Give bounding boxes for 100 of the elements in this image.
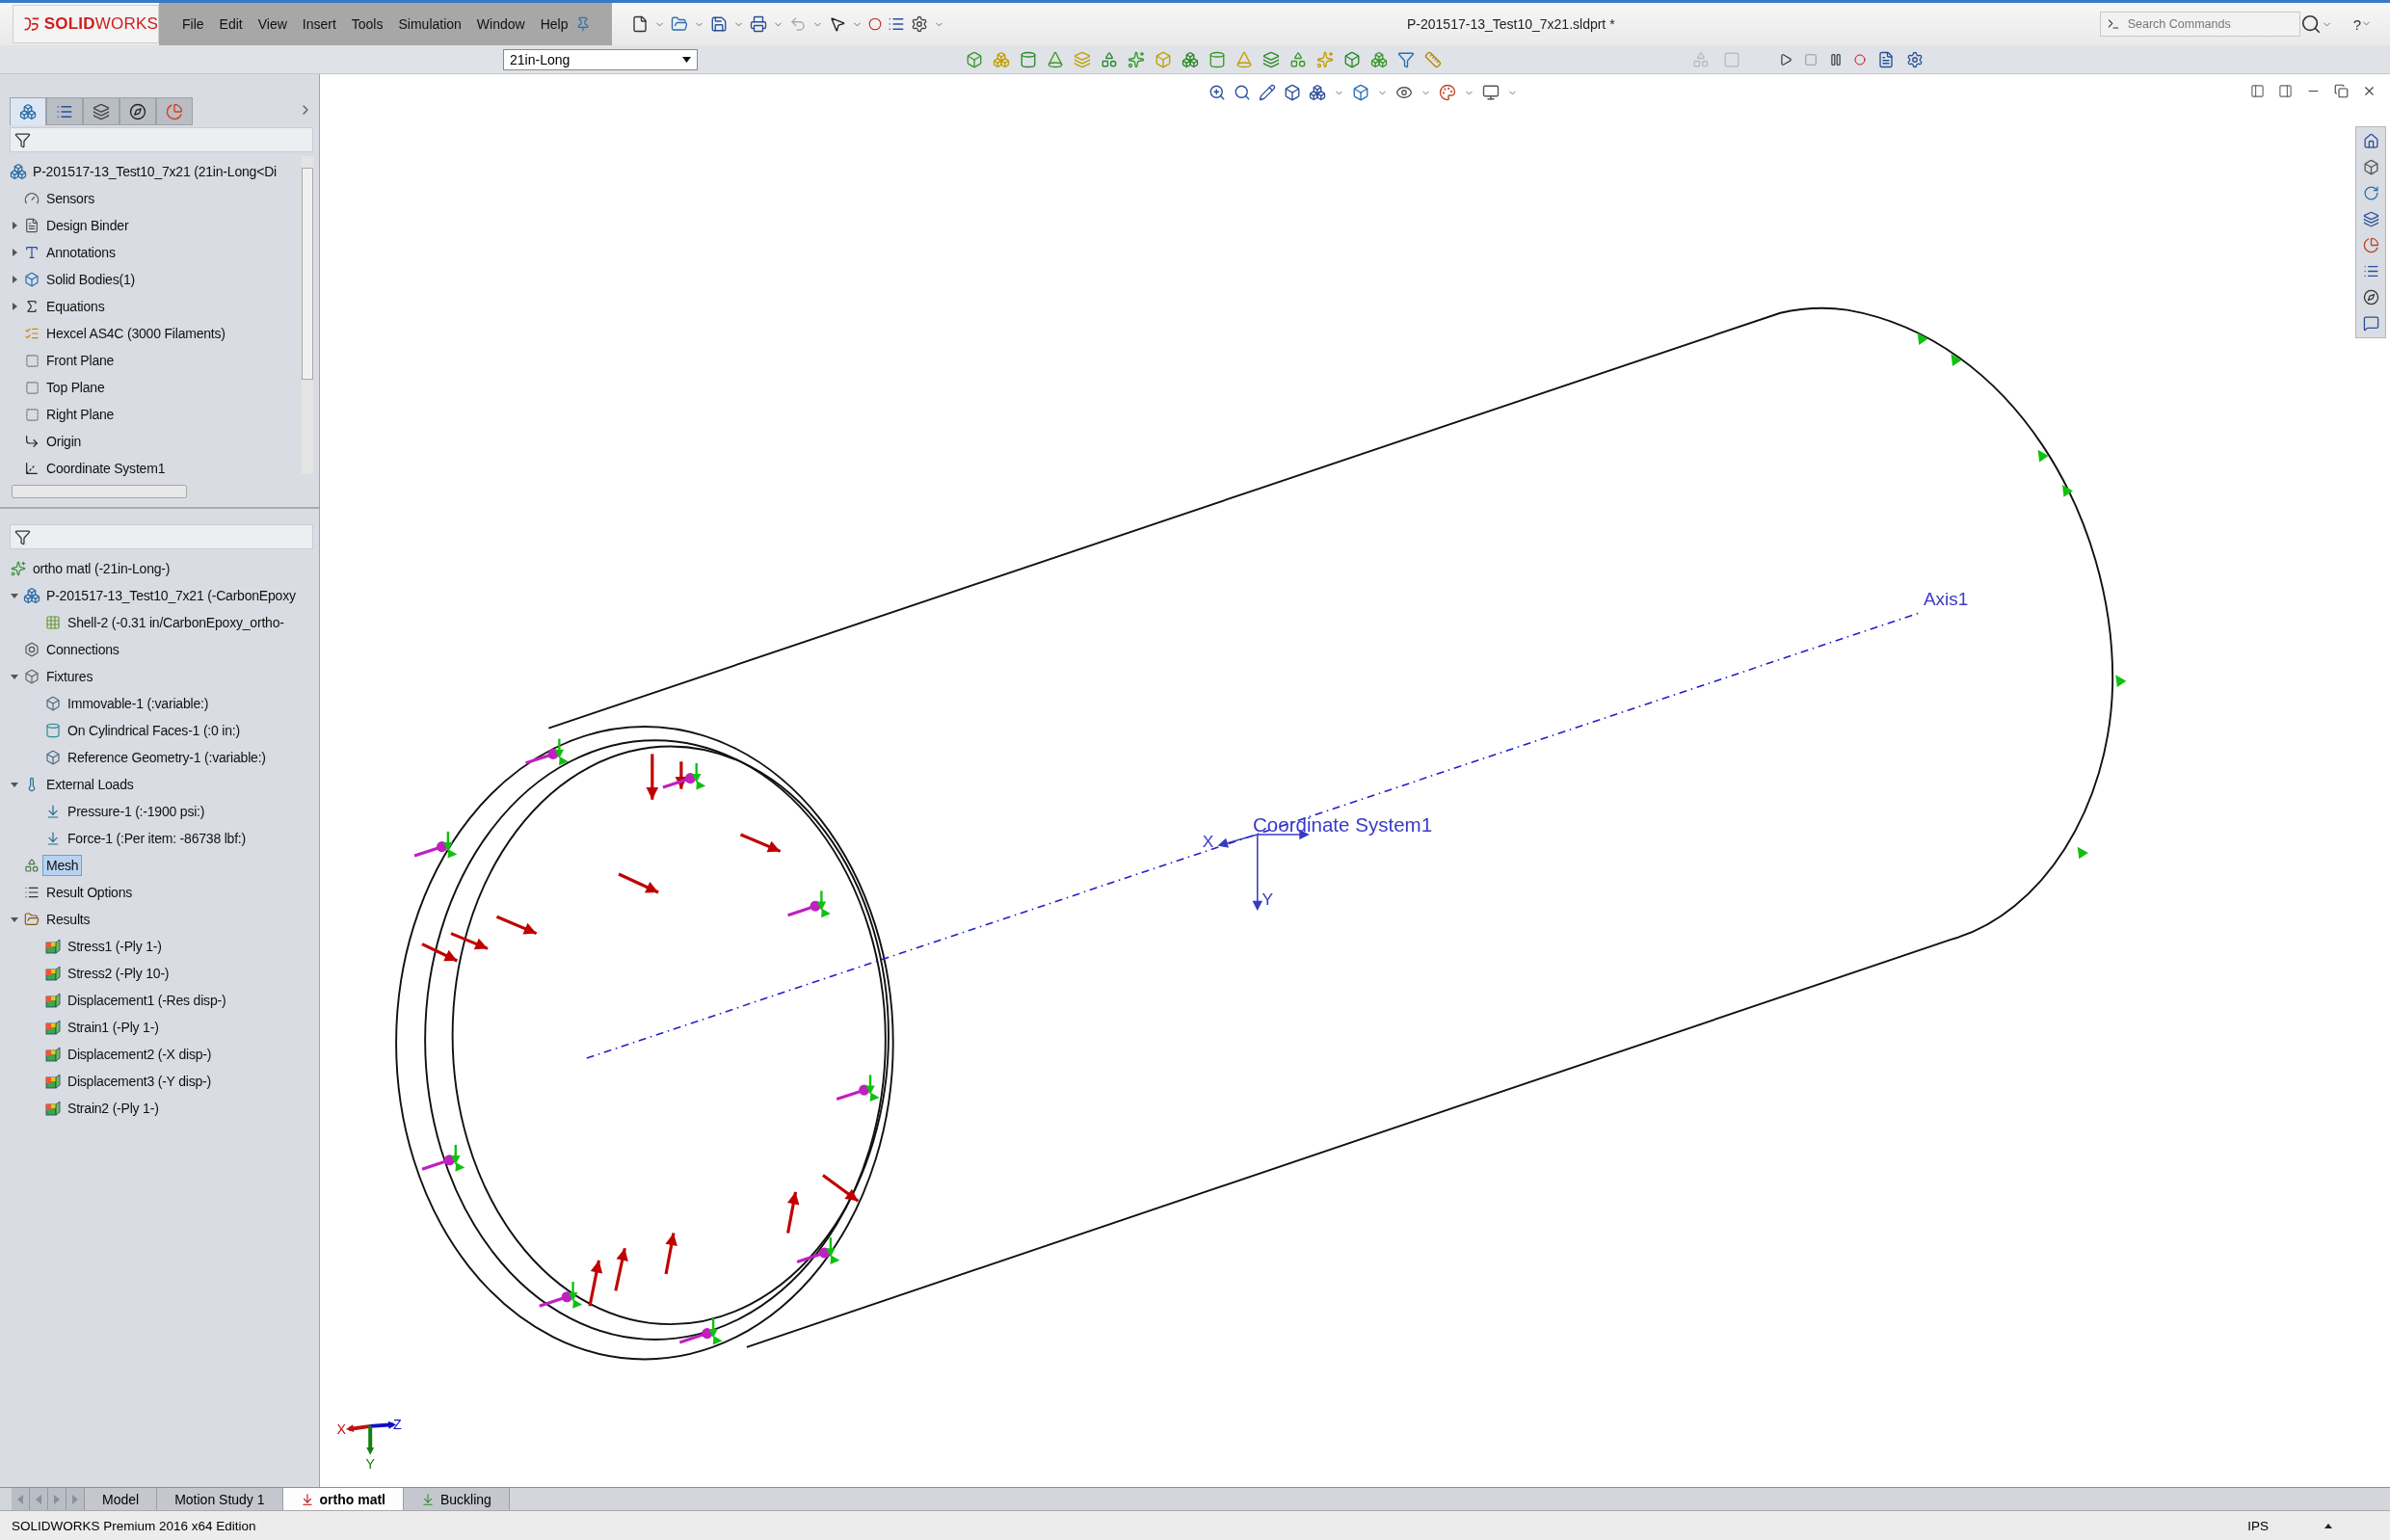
- record-icon[interactable]: [1854, 53, 1866, 66]
- chat-icon[interactable]: [2362, 315, 2379, 332]
- tree-item[interactable]: Stress2 (-Ply 10-): [64, 963, 173, 984]
- select-pointer-icon[interactable]: [829, 15, 846, 33]
- tree-item[interactable]: Solid Bodies(1): [42, 269, 139, 290]
- expand-caret-icon[interactable]: [11, 249, 18, 256]
- study-tab-icon[interactable]: [421, 1492, 435, 1506]
- search-field[interactable]: Search Commands: [2125, 16, 2284, 32]
- tree-item[interactable]: Strain2 (-Ply 1-): [64, 1098, 163, 1119]
- open-folder-icon[interactable]: [671, 15, 688, 33]
- tree-item[interactable]: Design Binder: [42, 215, 133, 236]
- tree-item[interactable]: ortho matl (-21in-Long-): [29, 558, 174, 579]
- tree-item[interactable]: Force-1 (:Per item: -86738 lbf:): [64, 828, 250, 849]
- menu-item[interactable]: Simulation: [390, 16, 469, 32]
- filter-field[interactable]: [10, 524, 313, 549]
- search-icon[interactable]: [2299, 13, 2322, 35]
- tree-item[interactable]: Top Plane: [42, 377, 109, 398]
- zoom-area-icon[interactable]: [1234, 84, 1251, 101]
- tree-item[interactable]: External Loads: [42, 774, 138, 795]
- tree-item[interactable]: Displacement2 (-X disp-): [64, 1044, 216, 1065]
- play-icon[interactable]: [1779, 52, 1792, 66]
- appearance-icon[interactable]: [1439, 84, 1456, 101]
- feature-tool-icon[interactable]: [1020, 50, 1037, 68]
- menu-item[interactable]: Edit: [211, 16, 251, 32]
- file-properties-icon[interactable]: [888, 15, 905, 33]
- tree-item[interactable]: P-201517-13_Test10_7x21 (21in-Long<Di: [29, 161, 280, 182]
- ruler-icon[interactable]: [1424, 50, 1442, 68]
- configuration-dropdown[interactable]: 21in-Long: [503, 48, 698, 70]
- manager-tab[interactable]: [83, 97, 120, 125]
- tree-item[interactable]: Reference Geometry-1 (:variable:): [64, 747, 270, 768]
- tree-item[interactable]: Front Plane: [42, 350, 119, 371]
- caret-up-icon[interactable]: [2324, 1523, 2332, 1528]
- collapse-caret-icon[interactable]: [11, 673, 18, 680]
- zoom-to-fit-icon[interactable]: [1208, 84, 1226, 101]
- home-icon[interactable]: [2362, 133, 2379, 149]
- tree-item[interactable]: Fixtures: [42, 666, 97, 687]
- new-file-icon[interactable]: [631, 15, 649, 33]
- tree-item[interactable]: Hexcel AS4C (3000 Filaments): [42, 323, 229, 344]
- study-tab-icon[interactable]: [300, 1492, 314, 1506]
- tree-item[interactable]: Annotations: [42, 242, 120, 263]
- expand-caret-icon[interactable]: [11, 222, 18, 229]
- vertical-scrollbar[interactable]: [302, 156, 313, 474]
- collapse-caret-icon[interactable]: [11, 916, 18, 923]
- feature-tool-icon[interactable]: [1289, 50, 1307, 68]
- manager-tab[interactable]: [10, 97, 46, 125]
- study-tab[interactable]: ortho matl: [282, 1488, 404, 1510]
- filter-icon[interactable]: [14, 528, 31, 545]
- feature-manager-icon[interactable]: [19, 103, 37, 120]
- tree-item[interactable]: On Cylindrical Faces-1 (:0 in:): [64, 720, 244, 741]
- close-icon[interactable]: [2362, 84, 2377, 98]
- settings-icon[interactable]: [911, 15, 928, 33]
- tree-item[interactable]: Shell-2 (-0.31 in/CarbonEpoxy_ortho-: [64, 612, 288, 633]
- tree-item[interactable]: Results: [42, 909, 94, 930]
- tree-item[interactable]: Equations: [42, 296, 109, 317]
- refresh-icon[interactable]: [2362, 185, 2379, 201]
- menu-item[interactable]: Window: [468, 16, 533, 32]
- manager-tab[interactable]: [120, 97, 156, 125]
- filter-icon[interactable]: [14, 131, 31, 148]
- feature-tool-icon[interactable]: [966, 50, 983, 68]
- tree-item[interactable]: Displacement1 (-Res disp-): [64, 990, 230, 1011]
- hide-show-icon[interactable]: [1395, 84, 1413, 101]
- panel-right-icon[interactable]: [2278, 84, 2293, 98]
- search-box[interactable]: Search Commands: [2099, 12, 2300, 37]
- view-settings-icon[interactable]: [1482, 84, 1500, 101]
- study-tab[interactable]: Model: [85, 1488, 158, 1510]
- tree-item[interactable]: Displacement3 (-Y disp-): [64, 1071, 215, 1092]
- tree-item[interactable]: Connections: [42, 639, 123, 660]
- appearances-icon[interactable]: [2362, 237, 2379, 253]
- tree-item[interactable]: Coordinate System1: [42, 458, 170, 479]
- restore-icon[interactable]: [2334, 84, 2349, 98]
- menu-item[interactable]: Tools: [343, 16, 391, 32]
- tree-item[interactable]: Pressure-1 (:-1900 psi:): [64, 801, 209, 822]
- display-manager-icon[interactable]: [166, 102, 183, 120]
- expand-caret-icon[interactable]: [11, 303, 18, 310]
- feature-tool-icon[interactable]: [1370, 50, 1388, 68]
- tree-item[interactable]: Result Options: [42, 882, 137, 903]
- feature-tool-icon[interactable]: [1208, 50, 1226, 68]
- filter-field[interactable]: [10, 127, 313, 152]
- tree-item[interactable]: Stress1 (-Ply 1-): [64, 936, 166, 957]
- menu-item[interactable]: Help: [532, 16, 576, 32]
- feature-tool-icon[interactable]: [1182, 50, 1199, 68]
- print-icon[interactable]: [750, 15, 767, 33]
- tree-item[interactable]: Immovable-1 (:variable:): [64, 693, 213, 714]
- feature-tool-icon[interactable]: [1047, 50, 1064, 68]
- feature-tool-icon[interactable]: [1128, 50, 1145, 68]
- feature-tool-icon[interactable]: [1343, 50, 1361, 68]
- menu-item[interactable]: File: [174, 16, 212, 32]
- units-indicator[interactable]: IPS: [2247, 1518, 2269, 1533]
- pause-icon[interactable]: [1829, 52, 1843, 66]
- feature-tool-icon[interactable]: [1262, 50, 1280, 68]
- expand-caret-icon[interactable]: [11, 276, 18, 283]
- tree-item[interactable]: Mesh: [42, 855, 83, 876]
- tree-item[interactable]: P-201517-13_Test10_7x21 (-CarbonEpoxy: [42, 585, 300, 606]
- help-menu[interactable]: ?: [2352, 15, 2361, 33]
- menu-item[interactable]: View: [250, 16, 295, 32]
- panel-left-icon[interactable]: [2250, 84, 2265, 98]
- save-icon[interactable]: [710, 15, 728, 33]
- study-tab[interactable]: Buckling: [404, 1488, 510, 1510]
- study-tab[interactable]: Motion Study 1: [157, 1488, 283, 1510]
- collapse-caret-icon[interactable]: [11, 781, 18, 788]
